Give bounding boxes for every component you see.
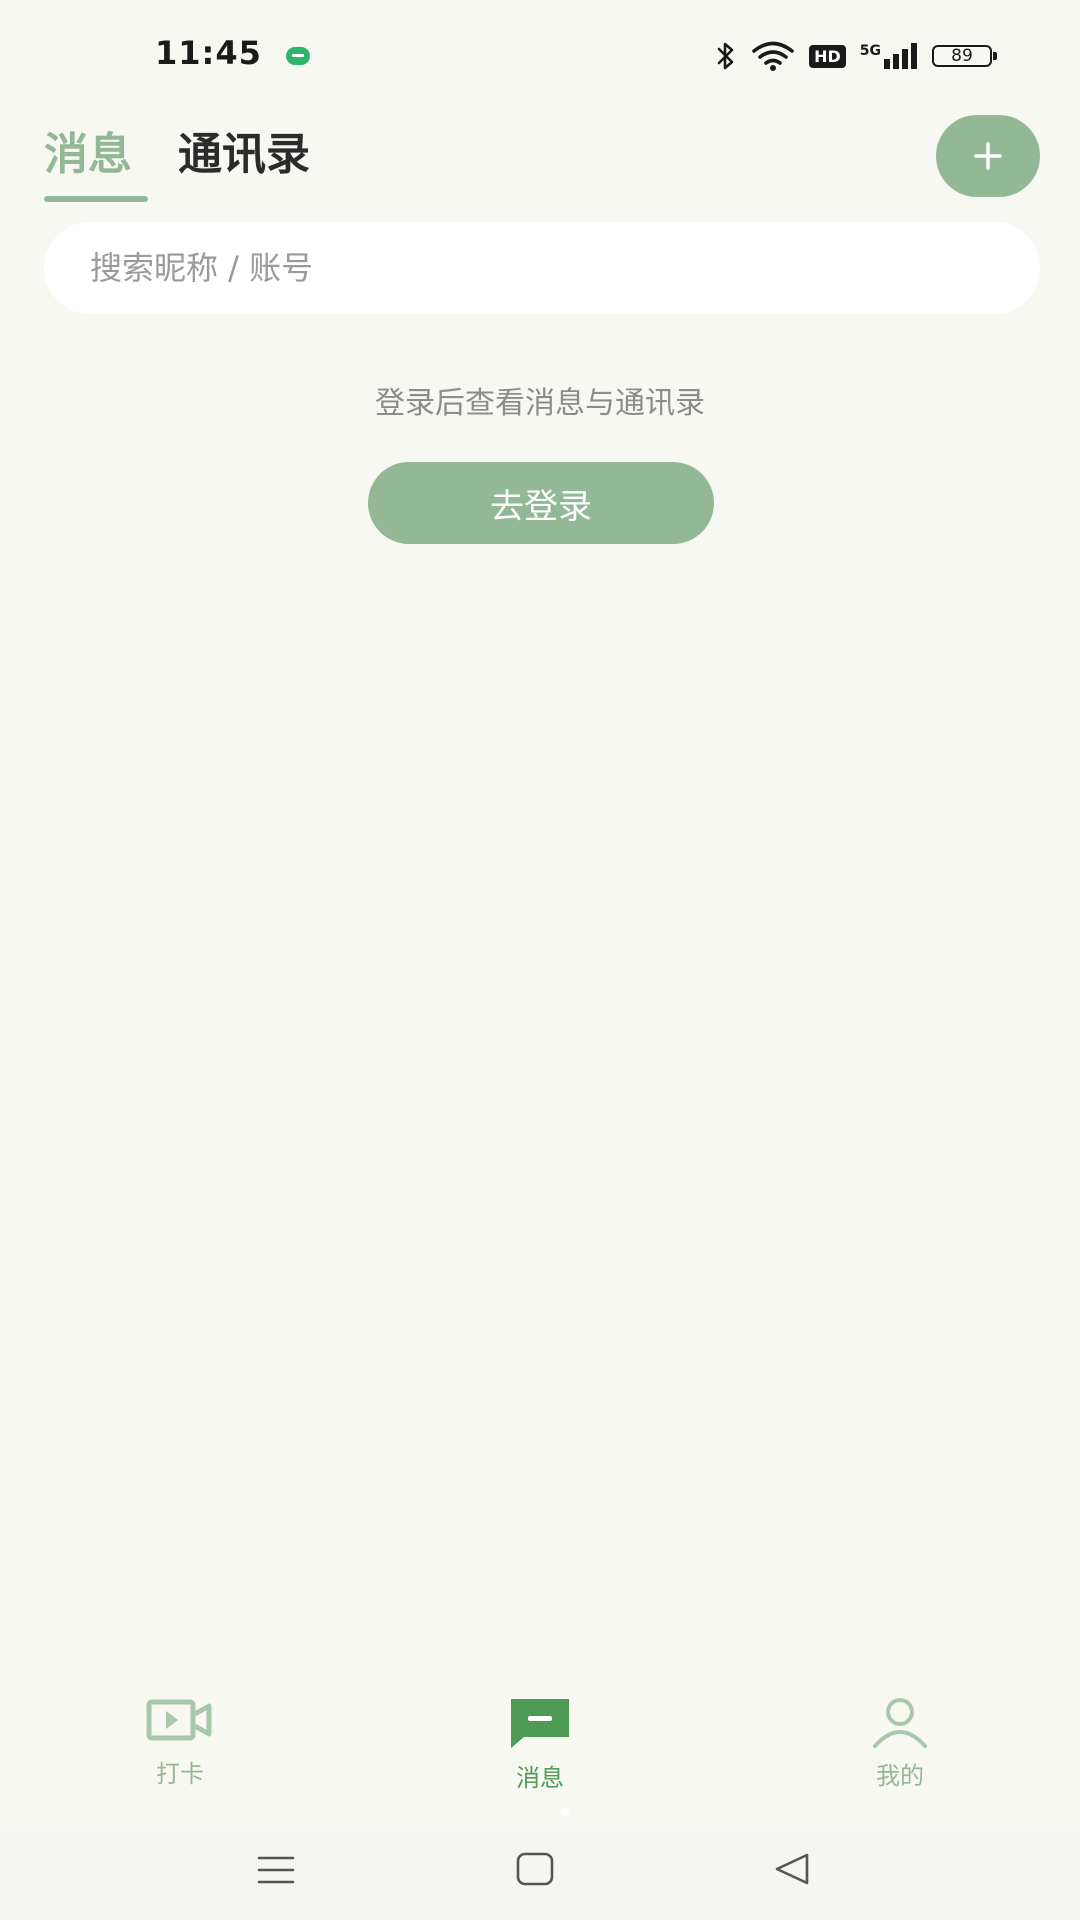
nav-label: 消息 (516, 1764, 564, 1792)
video-camera-icon (146, 1699, 212, 1741)
menu-icon[interactable] (257, 1854, 295, 1886)
login-button[interactable]: 去登录 (368, 462, 714, 544)
tab-label: 通讯录 (178, 129, 310, 180)
message-notification-icon (286, 47, 310, 65)
header-tabs: 消息 通讯录 (44, 118, 310, 202)
bluetooth-icon (717, 42, 734, 70)
network-type: 5G (859, 43, 881, 59)
nav-label: 打卡 (156, 1760, 204, 1788)
tab-contacts[interactable]: 通讯录 (178, 118, 310, 196)
person-icon (873, 1698, 927, 1748)
plus-icon (974, 142, 1002, 170)
nav-label: 我的 (876, 1762, 924, 1790)
nav-item-checkin[interactable]: 打卡 (80, 1696, 280, 1789)
home-icon[interactable] (516, 1852, 554, 1886)
nav-item-profile[interactable]: 我的 (800, 1696, 1000, 1791)
empty-state-message: 登录后查看消息与通讯录 (375, 386, 705, 421)
status-icons: HD 5G 89 (715, 38, 997, 74)
tab-messages[interactable]: 消息 (44, 118, 148, 202)
tab-label: 消息 (44, 129, 132, 180)
search-bar (44, 222, 1040, 314)
bottom-nav: 打卡 消息 我的 (0, 1696, 1080, 1826)
nav-active-dot (560, 1808, 569, 1817)
battery-icon: 89 (932, 45, 997, 67)
add-button[interactable] (936, 115, 1040, 197)
status-time: 11:45 (155, 34, 262, 72)
message-icon (511, 1699, 569, 1748)
back-icon[interactable] (773, 1852, 811, 1886)
status-bar: 11:45 HD 5G 89 (0, 0, 1080, 110)
tab-active-indicator (44, 196, 148, 202)
cellular-signal-icon: 5G (860, 43, 918, 69)
hd-badge: HD (809, 44, 846, 68)
nav-item-messages[interactable]: 消息 (440, 1696, 640, 1793)
system-nav-bar (0, 1830, 1080, 1920)
battery-level: 89 (951, 46, 973, 66)
wifi-icon (752, 41, 794, 71)
search-input[interactable] (88, 248, 1040, 288)
